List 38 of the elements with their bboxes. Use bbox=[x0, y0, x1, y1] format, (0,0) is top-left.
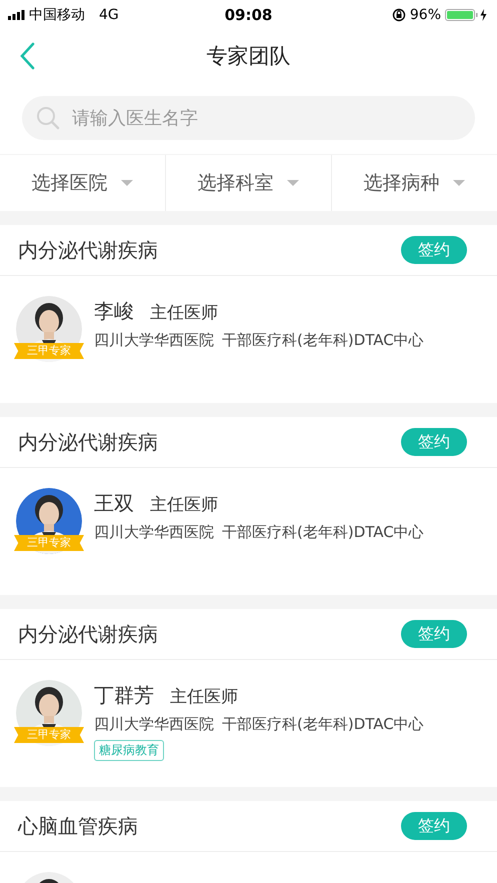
sign-button[interactable]: 签约 bbox=[401, 620, 467, 648]
battery-percent: 96% bbox=[410, 7, 441, 23]
disease-category: 心脑血管疾病 bbox=[18, 812, 138, 840]
doctor-name: 王双 bbox=[94, 490, 134, 517]
rotation-lock-icon bbox=[392, 8, 406, 22]
sign-button[interactable]: 签约 bbox=[401, 236, 467, 264]
search-bar[interactable]: 请输入医生名字 bbox=[22, 96, 475, 140]
sign-button[interactable]: 签约 bbox=[401, 812, 467, 840]
hospital-name: 四川大学华西医院 bbox=[94, 715, 214, 734]
doctor-name: 李峻 bbox=[94, 298, 134, 325]
department-name: 干部医疗科(老年科)DTAC中心 bbox=[222, 715, 424, 734]
disease-category: 内分泌代谢疾病 bbox=[18, 620, 158, 648]
caret-icon bbox=[452, 179, 466, 187]
page-title: 专家团队 bbox=[206, 43, 290, 70]
signal-icon bbox=[8, 10, 25, 20]
expert-label: 三甲专家 bbox=[14, 727, 84, 743]
clock-time: 09:08 bbox=[224, 6, 274, 24]
caret-icon bbox=[286, 179, 300, 187]
disease-category: 内分泌代谢疾病 bbox=[18, 428, 158, 456]
disease-category: 内分泌代谢疾病 bbox=[18, 236, 158, 264]
doctor-title: 主任医师 bbox=[170, 686, 238, 708]
doctor-name: 丁群芳 bbox=[94, 682, 154, 709]
sign-button[interactable]: 签约 bbox=[401, 428, 467, 456]
network-type: 4G bbox=[99, 7, 119, 23]
specialty-tag: 糖尿病教育 bbox=[94, 740, 164, 761]
carrier-name: 中国移动 bbox=[29, 6, 85, 24]
doctor-title: 主任医师 bbox=[150, 302, 218, 324]
department-name: 干部医疗科(老年科)DTAC中心 bbox=[222, 523, 424, 542]
expert-label: 三甲专家 bbox=[14, 535, 84, 551]
search-icon bbox=[36, 106, 60, 130]
battery-charging-icon bbox=[445, 8, 489, 22]
caret-icon bbox=[120, 179, 134, 187]
doctor-title: 主任医师 bbox=[150, 494, 218, 516]
back-icon[interactable] bbox=[19, 42, 35, 70]
hospital-name: 四川大学华西医院 bbox=[94, 331, 214, 350]
expert-label: 三甲专家 bbox=[14, 343, 84, 359]
hospital-name: 四川大学华西医院 bbox=[94, 523, 214, 542]
department-name: 干部医疗科(老年科)DTAC中心 bbox=[222, 331, 424, 350]
